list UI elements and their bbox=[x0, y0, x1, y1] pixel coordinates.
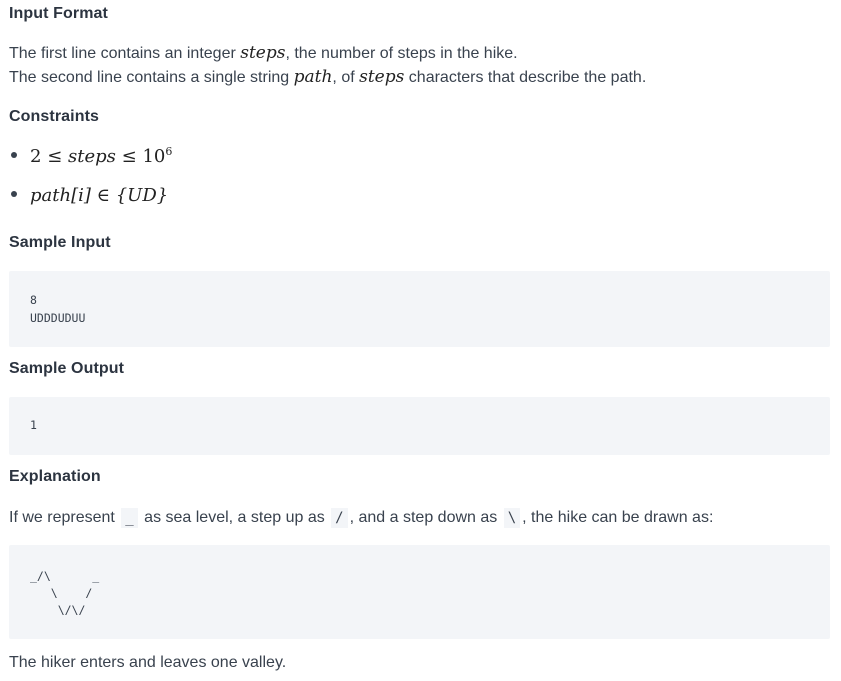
text: , and a step down as bbox=[349, 509, 502, 526]
text: , the number of steps in the hike. bbox=[285, 45, 518, 62]
input-format-line-2: The second line contains a single string… bbox=[9, 65, 646, 90]
math-index: [i] bbox=[71, 185, 91, 206]
input-format-line-1: The first line contains an integer steps… bbox=[9, 41, 518, 66]
math-number: 10 bbox=[142, 146, 166, 167]
text: as sea level, a step up as bbox=[139, 509, 330, 526]
math-number: 2 bbox=[30, 146, 42, 167]
explanation-conclusion: The hiker enters and leaves one valley. bbox=[9, 654, 287, 671]
code-line: 8 bbox=[30, 293, 37, 307]
math-operator: ≤ bbox=[47, 146, 63, 167]
math-exponent: 6 bbox=[165, 145, 173, 158]
sample-input-block[interactable]: 8 UDDDUDUU bbox=[9, 271, 830, 347]
text: , of bbox=[332, 69, 360, 86]
inline-code-sea-level: _ bbox=[121, 508, 138, 528]
input-format-heading: Input Format bbox=[9, 5, 108, 22]
diagram-line: \/\/ bbox=[30, 603, 86, 617]
math-operator: ∈ bbox=[96, 185, 110, 206]
math-steps: steps bbox=[359, 67, 405, 87]
text: characters that describe the path. bbox=[404, 69, 647, 86]
hike-diagram-block[interactable]: _/\ _ \ / \/\/ bbox=[9, 545, 830, 639]
bullet-icon bbox=[11, 152, 17, 158]
code-line: 1 bbox=[30, 418, 37, 432]
constraint-item: path[i] ∈ {UD} bbox=[9, 185, 168, 206]
math-path: path bbox=[30, 185, 72, 206]
explanation-text: If we represent _ as sea level, a step u… bbox=[9, 506, 713, 530]
explanation-heading: Explanation bbox=[9, 468, 101, 485]
sample-output-heading: Sample Output bbox=[9, 360, 125, 377]
bullet-icon bbox=[11, 191, 17, 197]
math-operator: ≤ bbox=[121, 146, 137, 167]
text: The second line contains a single string bbox=[9, 69, 294, 86]
inline-code-step-up: / bbox=[331, 508, 348, 528]
math-steps: steps bbox=[240, 43, 286, 63]
diagram-line: \ / bbox=[30, 586, 93, 600]
sample-input-heading: Sample Input bbox=[9, 234, 111, 251]
problem-statement: Input Format The first line contains an … bbox=[0, 0, 841, 681]
text: If we represent bbox=[9, 509, 120, 526]
diagram-line: _/\ _ bbox=[30, 569, 100, 583]
code-line: UDDDUDUU bbox=[30, 311, 86, 325]
constraint-item: 2 ≤ steps ≤ 106 bbox=[9, 145, 172, 167]
math-set: {UD} bbox=[115, 185, 169, 206]
text: The first line contains an integer bbox=[9, 45, 241, 62]
inline-code-step-down: \ bbox=[503, 508, 521, 528]
text: , the hike can be drawn as: bbox=[522, 509, 714, 526]
constraints-heading: Constraints bbox=[9, 108, 99, 125]
math-steps: steps bbox=[68, 146, 116, 167]
math-path: path bbox=[293, 67, 333, 87]
sample-output-block[interactable]: 1 bbox=[9, 397, 830, 455]
